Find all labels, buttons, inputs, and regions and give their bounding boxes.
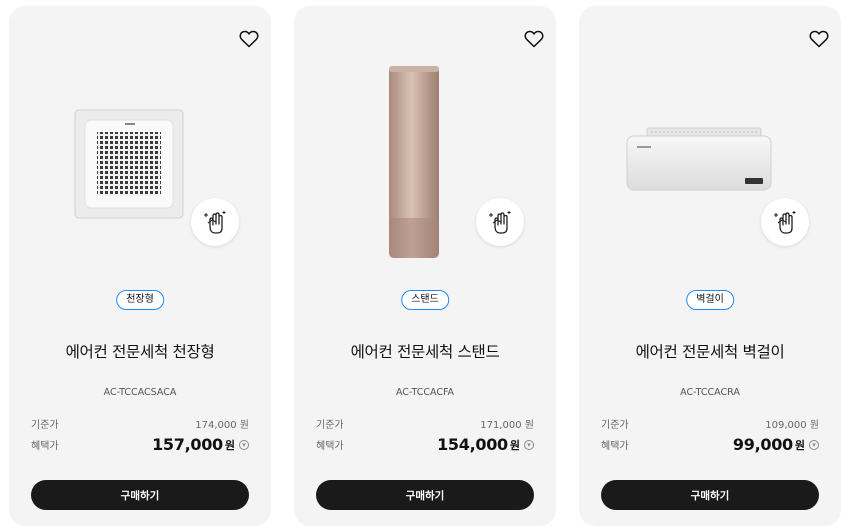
base-price: 171,000 원 (480, 420, 534, 431)
category-tag: 스탠드 (401, 290, 449, 310)
heart-outline-icon[interactable] (809, 30, 829, 48)
hand-wipe-sparkle-icon (761, 198, 809, 246)
currency-unit: 원 (509, 438, 520, 452)
sale-price-row: 혜택가 154,000 원 ▾ (316, 435, 534, 454)
sale-price: 157,000 (152, 435, 223, 454)
base-price: 109,000 원 (765, 420, 819, 431)
heart-outline-icon[interactable] (239, 30, 259, 48)
sale-price-label: 혜택가 (31, 441, 59, 452)
info-circle-icon[interactable]: ▾ (524, 439, 534, 450)
sale-price-row: 혜택가 157,000 원 ▾ (31, 435, 249, 454)
base-price-label: 기준가 (601, 420, 629, 431)
currency-unit: 원 (224, 438, 235, 452)
product-card[interactable]: 천장형 에어컨 전문세척 천장형 AC-TCCACSACA 기준가 174,00… (9, 6, 271, 526)
product-image[interactable] (579, 60, 841, 270)
hand-wipe-sparkle-icon (476, 198, 524, 246)
sale-price-label: 혜택가 (601, 441, 629, 452)
sale-price: 154,000 (437, 435, 508, 454)
base-price: 174,000 원 (195, 420, 249, 431)
model-code: AC-TCCACSACA (103, 387, 177, 398)
product-title[interactable]: 에어컨 전문세척 벽걸이 (579, 340, 841, 362)
product-card[interactable]: 벽걸이 에어컨 전문세척 벽걸이 AC-TCCACRA 기준가 109,000 … (579, 6, 841, 526)
info-circle-icon[interactable]: ▾ (809, 439, 819, 450)
buy-button[interactable]: 구매하기 (316, 480, 534, 510)
product-image[interactable] (9, 60, 271, 270)
currency-unit: 원 (794, 438, 805, 452)
product-image[interactable] (294, 60, 556, 270)
product-title[interactable]: 에어컨 전문세척 천장형 (9, 340, 271, 362)
model-code: AC-TCCACRA (680, 387, 740, 398)
base-price-label: 기준가 (316, 420, 344, 431)
category-tag: 천장형 (116, 290, 164, 310)
buy-button[interactable]: 구매하기 (601, 480, 819, 510)
buy-button[interactable]: 구매하기 (31, 480, 249, 510)
product-title[interactable]: 에어컨 전문세척 스탠드 (294, 340, 556, 362)
model-code: AC-TCCACFA (395, 387, 455, 398)
sale-price: 99,000 (732, 435, 793, 454)
heart-outline-icon[interactable] (524, 30, 544, 48)
base-price-row: 기준가 171,000 원 (316, 416, 534, 431)
info-circle-icon[interactable]: ▾ (239, 439, 249, 450)
base-price-label: 기준가 (31, 420, 59, 431)
sale-price-label: 혜택가 (316, 441, 344, 452)
base-price-row: 기준가 109,000 원 (601, 416, 819, 431)
category-tag: 벽걸이 (686, 290, 734, 310)
base-price-row: 기준가 174,000 원 (31, 416, 249, 431)
sale-price-row: 혜택가 99,000 원 ▾ (601, 435, 819, 454)
hand-wipe-sparkle-icon (191, 198, 239, 246)
product-card[interactable]: 스탠드 에어컨 전문세척 스탠드 AC-TCCACFA 기준가 171,000 … (294, 6, 556, 526)
product-grid: 천장형 에어컨 전문세척 천장형 AC-TCCACSACA 기준가 174,00… (0, 0, 850, 526)
